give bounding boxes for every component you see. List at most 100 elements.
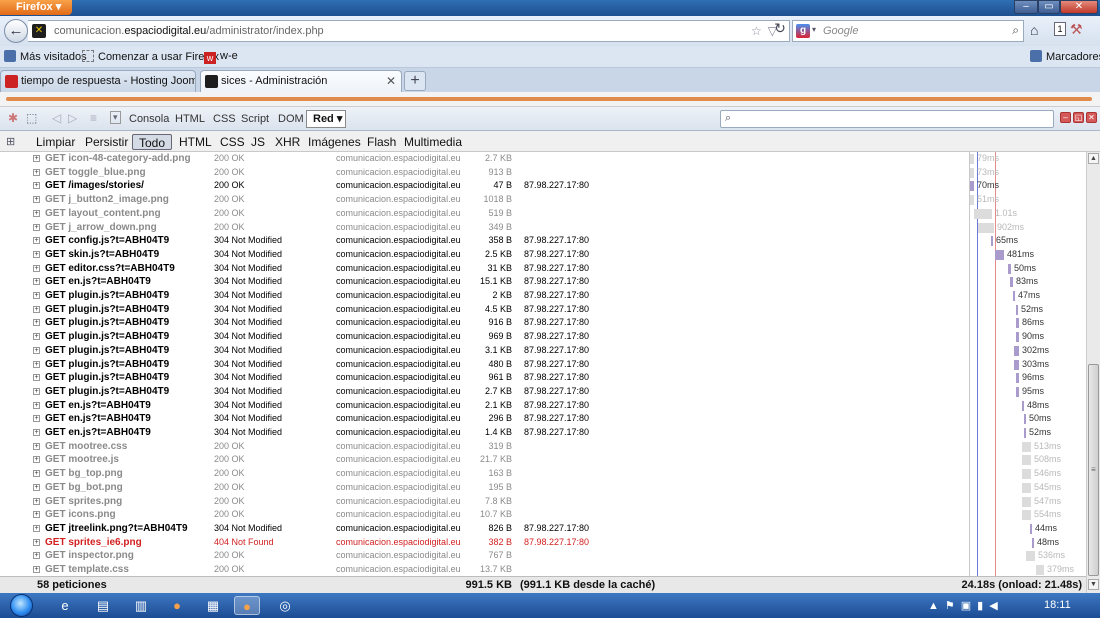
expand-row-icon[interactable]: + [33,237,40,245]
request-row[interactable]: + GET mootree.css 200 OK comunicacion.espac… [0,440,1086,454]
search-magnifier-icon[interactable]: ⌕ [1012,23,1019,38]
engine-dropdown-icon[interactable]: ▾ [812,25,816,34]
back-button[interactable]: ← [4,19,28,43]
scroll-down-arrow-icon[interactable]: ▼ [1088,579,1099,590]
filter-all[interactable]: Todo [132,134,173,150]
expand-row-icon[interactable]: + [33,387,40,395]
expand-row-icon[interactable]: + [33,360,40,368]
reload-icon[interactable]: ↻ [770,20,790,37]
taskbar-clock[interactable]: 18:11 [1044,599,1071,611]
panel-menu-icon[interactable]: ▾ [110,111,121,124]
explorer-folder-icon[interactable]: ▤ [90,596,116,615]
request-row[interactable]: + GET en.js?t=ABH04T9 304 Not Modified comu… [0,412,1086,426]
expand-row-icon[interactable]: + [33,483,40,491]
filter-xhr[interactable]: XHR [275,134,300,150]
persist-button[interactable]: Persistir [85,134,128,150]
request-row[interactable]: + GET plugin.js?t=ABH04T9 304 Not Modified… [0,358,1086,372]
start-button[interactable] [4,593,38,618]
firefox-pinned-icon[interactable]: ● [164,596,190,615]
bookmark-star-icon[interactable]: ☆ [751,24,768,38]
request-row[interactable]: + GET mootree.js 200 OK comunicacion.espaci… [0,453,1086,467]
expand-row-icon[interactable]: + [33,566,40,573]
request-row[interactable]: + GET plugin.js?t=ABH04T9 304 Not Modified… [0,371,1086,385]
panel-script[interactable]: Script [241,113,269,125]
expand-row-icon[interactable]: + [33,442,40,450]
request-row[interactable]: + GET toggle_blue.png 200 OK comunicacion.e… [0,166,1086,180]
addon-counter-icon[interactable]: 1 [1054,22,1066,36]
new-tab-button[interactable]: + [404,71,426,91]
expand-row-icon[interactable]: + [33,168,40,176]
close-tab-icon[interactable]: ✕ [386,71,396,91]
filter-html[interactable]: HTML [179,134,212,150]
request-row[interactable]: + GET icons.png 200 OK comunicacion.espacio… [0,508,1086,522]
screen-app-icon[interactable]: ◎ [272,596,298,615]
request-row[interactable]: + GET template.css 200 OK comunicacion.espa… [0,563,1086,576]
expand-row-icon[interactable]: + [33,415,40,423]
tab-sices-administracion[interactable]: sices - Administración ✕ [200,70,402,92]
next-arrow-icon[interactable]: ▷ [68,111,77,125]
request-row[interactable]: + GET bg_bot.png 200 OK comunicacion.espaci… [0,481,1086,495]
network-app-icon[interactable]: ▦ [200,596,226,615]
request-row[interactable]: + GET plugin.js?t=ABH04T9 304 Not Modified… [0,289,1086,303]
request-row[interactable]: + GET bg_top.png 200 OK comunicacion.espaci… [0,467,1086,481]
request-row[interactable]: + GET plugin.js?t=ABH04T9 304 Not Modified… [0,385,1086,399]
request-row[interactable]: + GET layout_content.png 200 OK comunicacio… [0,207,1086,221]
google-engine-icon[interactable]: g [796,24,810,38]
expand-row-icon[interactable]: + [33,333,40,341]
network-signal-icon[interactable]: ▮ [977,600,989,612]
request-row[interactable]: + GET inspector.png 200 OK comunicacion.esp… [0,549,1086,563]
request-row[interactable]: + GET plugin.js?t=ABH04T9 304 Not Modified… [0,330,1086,344]
expand-row-icon[interactable]: + [33,278,40,286]
expand-row-icon[interactable]: + [33,456,40,464]
expand-row-icon[interactable]: + [33,497,40,505]
expand-row-icon[interactable]: + [33,470,40,478]
request-row[interactable]: + GET jtreelink.png?t=ABH04T9 304 Not Modi… [0,522,1086,536]
panel-consola[interactable]: Consola [129,113,169,125]
request-row[interactable]: + GET plugin.js?t=ABH04T9 304 Not Modified… [0,344,1086,358]
request-row[interactable]: + GET sprites.png 200 OK comunicacion.espac… [0,495,1086,509]
request-row[interactable]: + GET j_arrow_down.png 200 OK comunicacion.… [0,221,1086,235]
expand-row-icon[interactable]: + [33,346,40,354]
close-window-button[interactable]: ✕ [1060,0,1098,14]
list-icon[interactable]: ≡ [90,111,97,125]
firefox-running-icon[interactable]: ● [234,596,260,615]
fb-detach-icon[interactable]: ◱ [1073,112,1084,123]
request-row[interactable]: + GET plugin.js?t=ABH04T9 304 Not Modified… [0,303,1086,317]
security-icon[interactable]: ▣ [961,600,977,612]
request-row[interactable]: + GET /images/stories/200 OK comunicacion.… [0,179,1086,193]
scroll-up-arrow-icon[interactable]: ▲ [1088,153,1099,164]
minimize-button[interactable]: – [1014,0,1038,14]
scroll-thumb[interactable]: ≡ [1088,364,1099,576]
expand-row-icon[interactable]: + [33,223,40,231]
request-row[interactable]: + GET icon-48-category-add.png 200 OK comun… [0,152,1086,166]
panel-dom[interactable]: DOM [278,113,304,125]
expand-row-icon[interactable]: + [33,155,40,162]
filter-js[interactable]: JS [251,134,265,150]
filter-flash[interactable]: Flash [367,134,396,150]
bookmark-most-visited[interactable]: Más visitados [4,50,87,63]
expand-row-icon[interactable]: + [33,538,40,546]
search-bar[interactable]: g ▾ Google ⌕ [792,20,1024,42]
expand-row-icon[interactable]: + [33,196,40,204]
fb-close-icon[interactable]: ✕ [1086,112,1097,123]
expand-row-icon[interactable]: + [33,292,40,299]
fb-minimize-icon[interactable]: – [1060,112,1071,123]
request-row[interactable]: + GET en.js?t=ABH04T9 304 Not Modified comu… [0,399,1086,413]
panel-css[interactable]: CSS [213,113,236,125]
expand-row-icon[interactable]: + [33,511,40,519]
filter-images[interactable]: Imágenes [308,134,361,150]
request-row[interactable]: + GET sprites_ie6.png 404 Not Found comunic… [0,536,1086,550]
expand-row-icon[interactable]: + [33,250,40,258]
expand-row-icon[interactable]: + [33,264,40,272]
home-icon[interactable]: ⌂ [1030,22,1038,38]
panel-red[interactable]: Red ▾ [306,110,346,128]
expand-row-icon[interactable]: + [33,209,40,217]
filter-css[interactable]: CSS [220,134,245,150]
request-row[interactable]: + GET en.js?t=ABH04T9 304 Not Modified comu… [0,275,1086,289]
firebug-search-input[interactable]: ⌕ [720,110,1054,128]
request-row[interactable]: + GET plugin.js?t=ABH04T9 304 Not Modified… [0,316,1086,330]
bookmark-getting-started[interactable]: Comenzar a usar Firefox [82,50,219,63]
bookmarks-menu[interactable]: Marcadores [1030,50,1100,63]
app-icon[interactable]: ▥ [128,596,154,615]
inspect-icon[interactable]: ⬚ [26,111,37,125]
